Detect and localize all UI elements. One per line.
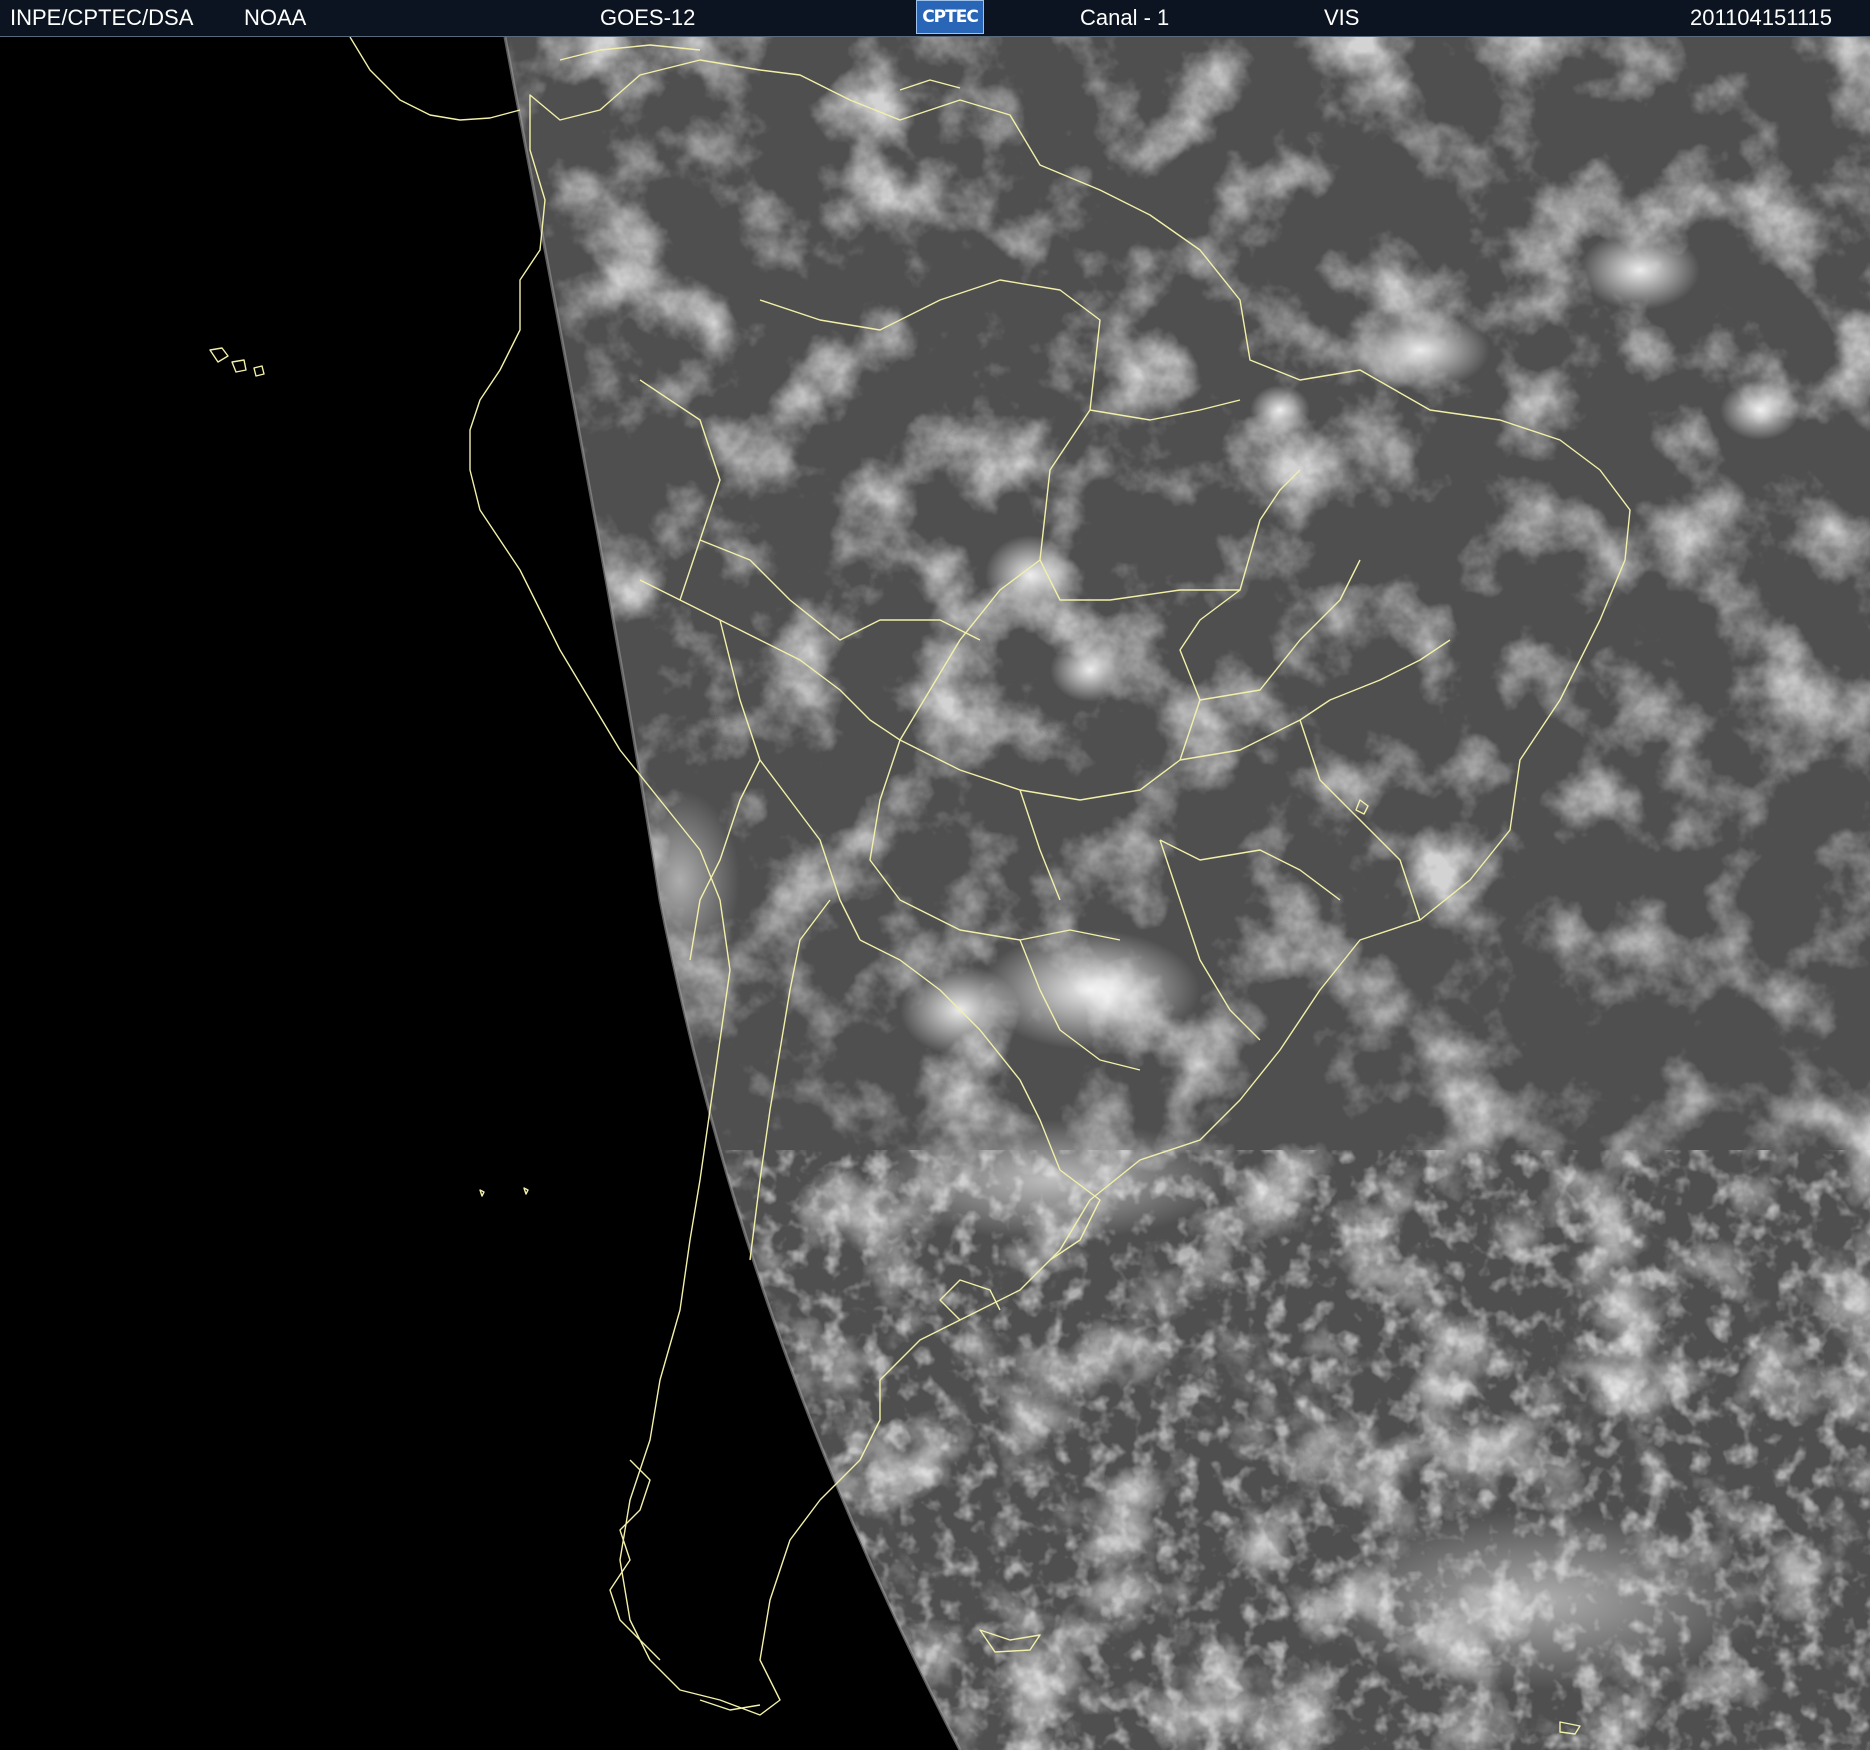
header-bar: INPE/CPTEC/DSA NOAA GOES-12 CPTEC Canal … [0, 0, 1870, 37]
satellite-image [0, 37, 1870, 1750]
channel-label: Canal - 1 [1080, 5, 1170, 30]
source-label: INPE/CPTEC/DSA [10, 5, 194, 30]
cptec-logo-icon: CPTEC [916, 0, 984, 34]
band-label: VIS [1324, 5, 1360, 30]
satellite-label: GOES-12 [600, 5, 696, 30]
timestamp-label: 201104151115 [1690, 5, 1832, 30]
logo-text: CPTEC [922, 7, 979, 27]
agency-label: NOAA [244, 5, 307, 30]
